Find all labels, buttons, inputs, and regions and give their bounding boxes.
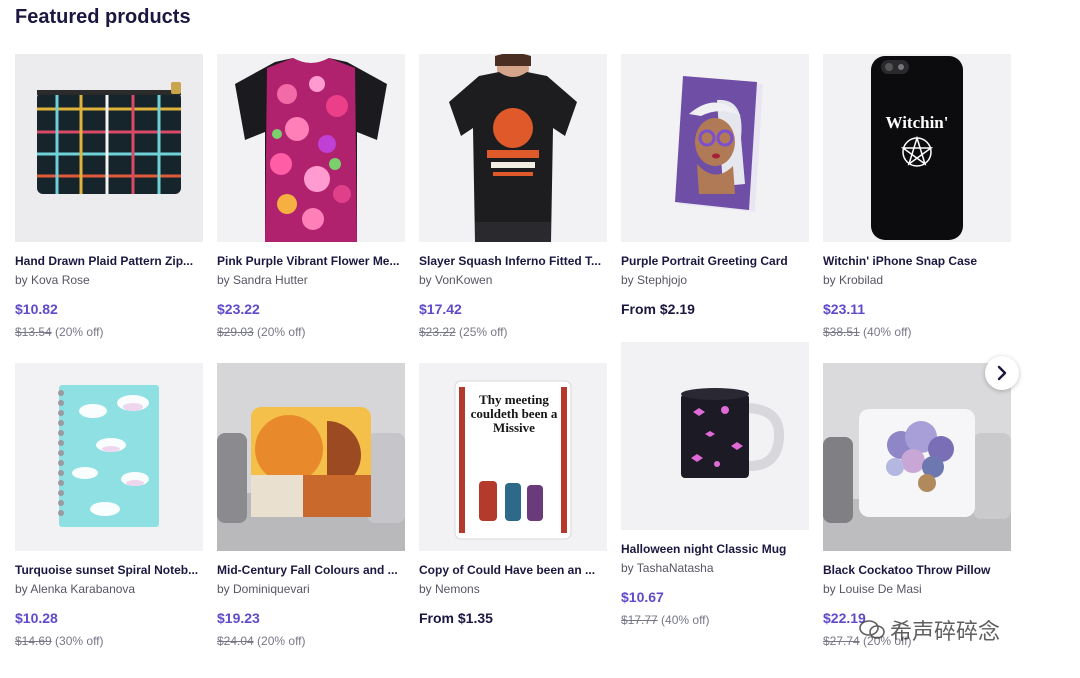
product-card[interactable]: Pink Purple Vibrant Flower Me... by Sand… [217, 54, 405, 339]
product-price: $19.23 [217, 610, 260, 626]
product-original-price: $13.54 (20% off) [15, 325, 203, 339]
strikethrough-price: $24.04 [217, 634, 254, 648]
product-price: $23.11 [823, 301, 866, 317]
product-title[interactable]: Witchin' iPhone Snap Case [823, 254, 1011, 268]
product-title[interactable]: Pink Purple Vibrant Flower Me... [217, 254, 405, 268]
product-image[interactable] [419, 54, 607, 242]
product-original-price: $24.04 (20% off) [217, 634, 405, 648]
chevron-right-icon [997, 365, 1007, 381]
product-title[interactable]: Slayer Squash Inferno Fitted T... [419, 254, 607, 268]
chat-bubble-icon [859, 620, 885, 639]
discount-label: (40% off) [661, 613, 710, 627]
product-artist[interactable]: by VonKowen [419, 273, 607, 287]
strikethrough-price: $38.51 [823, 325, 860, 339]
product-image[interactable] [217, 363, 405, 551]
discount-label: (20% off) [55, 325, 104, 339]
product-price: From $1.35 [419, 610, 493, 626]
product-image[interactable] [621, 54, 809, 242]
product-original-price: $14.69 (30% off) [15, 634, 203, 648]
case-print-text: Witchin' [886, 113, 949, 132]
product-card[interactable]: Mid-Century Fall Colours and ... by Domi… [217, 363, 405, 648]
product-original-price: $29.03 (20% off) [217, 325, 405, 339]
section-title: Featured products [15, 6, 191, 28]
product-card[interactable]: Thy meeting couldeth been a Missive Copy… [419, 363, 607, 626]
discount-label: (25% off) [459, 325, 508, 339]
product-image[interactable]: Witchin' [823, 54, 1011, 242]
product-artist[interactable]: by Sandra Hutter [217, 273, 405, 287]
product-image[interactable]: Thy meeting couldeth been a Missive [419, 363, 607, 551]
product-price: From $2.19 [621, 301, 695, 317]
product-original-price: $38.51 (40% off) [823, 325, 1011, 339]
product-title[interactable]: Turquoise sunset Spiral Noteb... [15, 563, 203, 577]
product-artist[interactable]: by Alenka Karabanova [15, 582, 203, 596]
discount-label: (30% off) [55, 634, 104, 648]
product-artist[interactable]: by Stephjojo [621, 273, 809, 287]
discount-label: (20% off) [257, 634, 306, 648]
product-artist[interactable]: by Dominiquevari [217, 582, 405, 596]
watermark-text: 希声碎碎念 [890, 620, 1001, 645]
product-artist[interactable]: by TashaNatasha [621, 561, 809, 575]
product-artist[interactable]: by Kova Rose [15, 273, 203, 287]
product-price: $10.67 [621, 589, 664, 605]
product-card[interactable]: Halloween night Classic Mug by TashaNata… [621, 342, 809, 627]
product-artist[interactable]: by Louise De Masi [823, 582, 1011, 596]
strikethrough-price: $29.03 [217, 325, 254, 339]
strikethrough-price: $13.54 [15, 325, 52, 339]
product-image[interactable] [823, 363, 1011, 551]
product-original-price: $23.22 (25% off) [419, 325, 607, 339]
product-card[interactable]: Turquoise sunset Spiral Noteb... by Alen… [15, 363, 203, 648]
product-card[interactable]: Witchin' Witchin' iPhone Snap Case by Kr… [823, 54, 1011, 339]
product-price: $23.22 [217, 301, 260, 317]
product-image[interactable] [621, 342, 809, 530]
product-title[interactable]: Mid-Century Fall Colours and ... [217, 563, 405, 577]
product-title[interactable]: Hand Drawn Plaid Pattern Zip... [15, 254, 203, 268]
discount-label: (20% off) [257, 325, 306, 339]
product-card[interactable]: Black Cockatoo Throw Pillow by Louise De… [823, 363, 1011, 648]
product-price: $10.28 [15, 610, 58, 626]
watermark: 希声碎碎念 [858, 614, 1000, 646]
product-price: $17.42 [419, 301, 462, 317]
product-card[interactable]: Slayer Squash Inferno Fitted T... by Von… [419, 54, 607, 339]
product-image[interactable] [15, 54, 203, 242]
product-card[interactable]: Hand Drawn Plaid Pattern Zip... by Kova … [15, 54, 203, 339]
sticker-print-text: Thy meeting couldeth been a Missive [470, 393, 558, 435]
carousel-next-button[interactable] [985, 356, 1019, 390]
product-title[interactable]: Copy of Could Have been an ... [419, 563, 607, 577]
strikethrough-price: $14.69 [15, 634, 52, 648]
strikethrough-price: $17.77 [621, 613, 658, 627]
product-artist[interactable]: by Nemons [419, 582, 607, 596]
product-image[interactable] [15, 363, 203, 551]
product-card[interactable]: Purple Portrait Greeting Card by Stephjo… [621, 54, 809, 317]
discount-label: (40% off) [863, 325, 912, 339]
product-image[interactable] [217, 54, 405, 242]
strikethrough-price: $27.74 [823, 634, 860, 648]
product-artist[interactable]: by Krobilad [823, 273, 1011, 287]
product-price: $10.82 [15, 301, 58, 317]
product-title[interactable]: Halloween night Classic Mug [621, 542, 809, 556]
product-title[interactable]: Purple Portrait Greeting Card [621, 254, 809, 268]
product-original-price: $17.77 (40% off) [621, 613, 809, 627]
product-title[interactable]: Black Cockatoo Throw Pillow [823, 563, 1011, 577]
strikethrough-price: $23.22 [419, 325, 456, 339]
